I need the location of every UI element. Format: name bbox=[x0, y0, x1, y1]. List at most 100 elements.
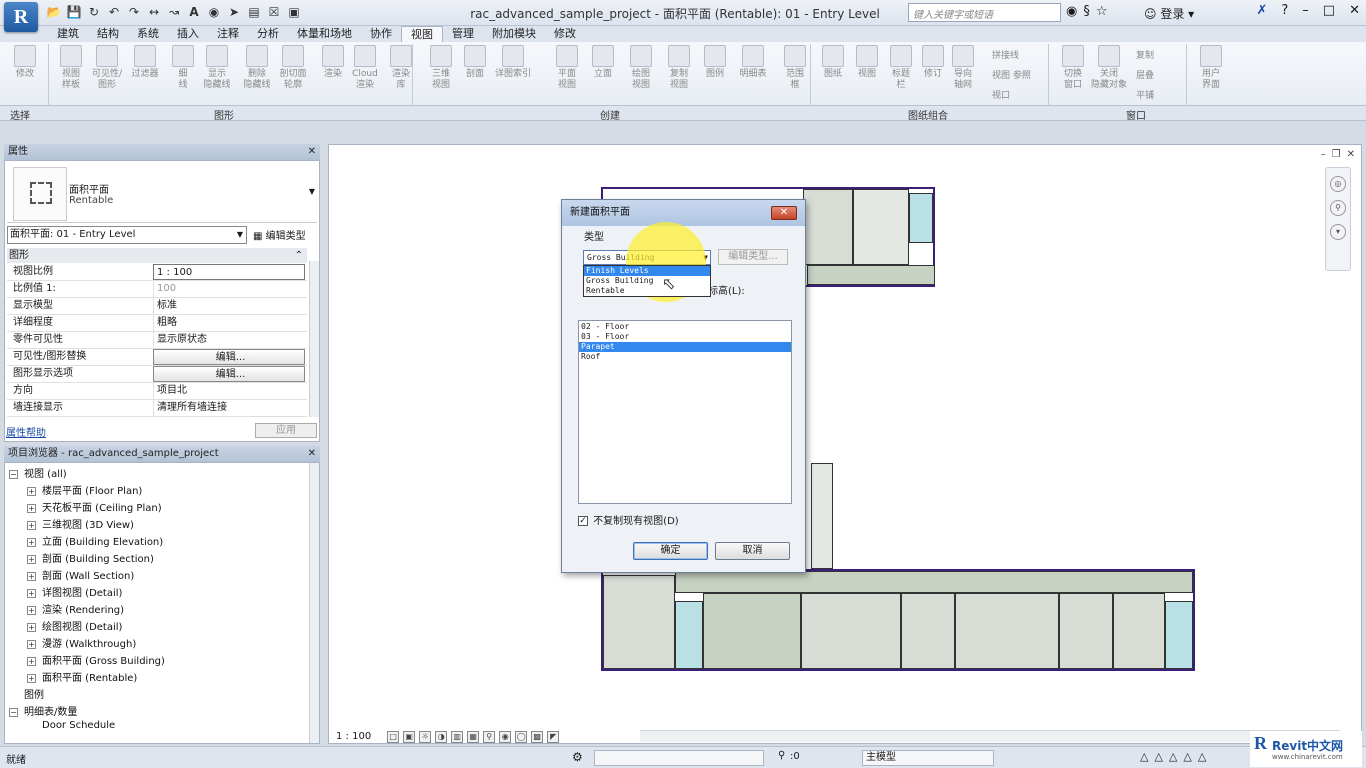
application-menu-button[interactable]: R bbox=[4, 2, 38, 32]
dropdown-option[interactable]: Gross Building bbox=[584, 276, 710, 286]
ribbon-button[interactable]: 可见性/图形 bbox=[88, 44, 126, 91]
ok-button[interactable]: 确定 bbox=[633, 542, 708, 560]
save-icon[interactable]: 💾 bbox=[66, 4, 82, 20]
3d-view-icon[interactable]: ◉ bbox=[206, 4, 222, 20]
expand-icon[interactable]: + bbox=[27, 656, 36, 666]
ribbon-tab[interactable]: 结构 bbox=[88, 26, 128, 42]
ribbon-tab[interactable]: 插入 bbox=[168, 26, 208, 42]
temporary-view-icon[interactable]: ▩ bbox=[531, 730, 544, 743]
close-icon[interactable]: ✕ bbox=[308, 144, 316, 160]
filter-icon[interactable]: ⚲ bbox=[778, 750, 785, 761]
thin-lines-icon[interactable]: ▤ bbox=[246, 4, 262, 20]
crop-view-icon[interactable]: ▥ bbox=[451, 730, 464, 743]
browser-tree-item[interactable]: − 视图 (all) bbox=[9, 465, 67, 480]
close-icon[interactable]: ✕ bbox=[308, 446, 316, 462]
ribbon-button[interactable]: 细线 bbox=[164, 44, 202, 91]
ribbon-button[interactable]: 剖切面 轮廓 bbox=[274, 44, 312, 91]
expand-icon[interactable]: + bbox=[27, 588, 36, 598]
workset-icon[interactable]: ⚙ bbox=[572, 750, 583, 764]
ribbon-button[interactable]: 三维 视图 bbox=[422, 44, 460, 91]
ribbon-button[interactable]: 绘图 视图 bbox=[622, 44, 660, 91]
browser-tree-item[interactable]: + 剖面 (Wall Section) bbox=[27, 567, 134, 582]
expand-icon[interactable]: + bbox=[27, 571, 36, 581]
ribbon-button[interactable]: 视图 样板 bbox=[52, 44, 90, 91]
properties-help-link[interactable]: 属性帮助 bbox=[6, 424, 46, 439]
expand-icon[interactable]: + bbox=[27, 622, 36, 632]
property-group-header[interactable]: 图形 ⌃ bbox=[7, 248, 307, 263]
browser-tree-item[interactable]: + 渲染 (Rendering) bbox=[27, 601, 124, 616]
steering-wheel-icon[interactable]: ◎ bbox=[1330, 176, 1346, 192]
dropdown-option[interactable]: Finish Levels bbox=[584, 266, 710, 276]
property-edit-button[interactable]: 编辑... bbox=[153, 366, 305, 382]
shadows-icon[interactable]: ◑ bbox=[435, 730, 448, 743]
design-option-selector[interactable]: 主模型 bbox=[862, 750, 994, 766]
close-hidden-icon[interactable]: ☒ bbox=[266, 4, 282, 20]
property-value[interactable]: 1 : 100 bbox=[153, 264, 305, 280]
checkbox-checked-icon[interactable]: ✓ bbox=[578, 516, 588, 526]
instance-selector[interactable]: 面积平面: 01 - Entry Level ▼ bbox=[7, 226, 247, 244]
properties-scrollbar[interactable] bbox=[309, 261, 319, 417]
browser-tree-item[interactable]: + 立面 (Building Elevation) bbox=[27, 533, 163, 548]
login-button[interactable]: ☺ 登录 ▾ bbox=[1144, 5, 1194, 22]
ribbon-button[interactable]: 导向 轴网 bbox=[944, 44, 982, 91]
collapse-icon[interactable]: ⌃ bbox=[295, 248, 303, 263]
apply-button[interactable]: 应用 bbox=[255, 423, 317, 438]
temp-hide-icon[interactable]: ◉ bbox=[499, 730, 512, 743]
open-icon[interactable]: 📂 bbox=[46, 4, 62, 20]
text-icon[interactable]: A bbox=[186, 4, 202, 20]
ribbon-button[interactable]: 视图 bbox=[848, 44, 886, 80]
section-icon[interactable]: ➤ bbox=[226, 4, 242, 20]
binoculars-icon[interactable]: ◉ bbox=[1066, 4, 1077, 19]
expand-icon[interactable]: + bbox=[27, 554, 36, 564]
expand-icon[interactable]: + bbox=[27, 673, 36, 683]
ribbon-button[interactable]: 显示 隐藏线 bbox=[198, 44, 236, 91]
edit-type-button[interactable]: ▦ 编辑类型 bbox=[253, 227, 306, 242]
expand-icon[interactable]: + bbox=[27, 486, 36, 496]
level-list-item[interactable]: 03 - Floor bbox=[579, 332, 791, 342]
view-scale[interactable]: 1 : 100 bbox=[336, 731, 371, 742]
expand-icon[interactable]: + bbox=[27, 503, 36, 513]
close-icon[interactable]: ✕ bbox=[1349, 3, 1360, 18]
browser-tree-item[interactable]: Door Schedule bbox=[27, 720, 115, 731]
no-duplicate-views-checkbox[interactable]: ✓ 不复制现有视图(D) bbox=[578, 512, 679, 527]
ribbon-tab[interactable]: 系统 bbox=[128, 26, 168, 42]
ribbon-button[interactable]: 过滤器 bbox=[126, 44, 164, 80]
level-list-item[interactable]: Roof bbox=[579, 352, 791, 362]
browser-tree-item[interactable]: + 楼层平面 (Floor Plan) bbox=[27, 482, 142, 497]
minimize-icon[interactable]: – bbox=[1321, 149, 1326, 160]
ribbon-button[interactable]: 关闭 隐藏对象 bbox=[1090, 44, 1128, 91]
maximize-icon[interactable]: □ bbox=[1323, 3, 1335, 18]
subscription-icon[interactable]: § bbox=[1083, 4, 1090, 19]
sync-icon[interactable]: ↻ bbox=[86, 4, 102, 20]
ribbon-small-button[interactable]: 视口 bbox=[992, 88, 1010, 101]
selection-toggle-icons[interactable]: △△△△△ bbox=[1140, 750, 1212, 763]
measure-icon[interactable]: ↔ bbox=[146, 4, 162, 20]
browser-scrollbar[interactable] bbox=[309, 463, 319, 743]
favorites-star-icon[interactable]: ☆ bbox=[1096, 4, 1108, 19]
exchange-icon[interactable]: ✗ bbox=[1256, 3, 1267, 18]
help-icon[interactable]: ? bbox=[1281, 3, 1288, 18]
ribbon-button[interactable]: 平面 视图 bbox=[548, 44, 586, 91]
close-icon[interactable]: ✕ bbox=[1347, 149, 1355, 160]
level-list-item[interactable]: Parapet bbox=[579, 342, 791, 352]
ribbon-button[interactable]: 范围框 bbox=[776, 44, 814, 91]
browser-tree-item[interactable]: + 漫游 (Walkthrough) bbox=[27, 635, 136, 650]
ribbon-tab[interactable]: 建筑 bbox=[48, 26, 88, 42]
restore-icon[interactable]: ❐ bbox=[1332, 149, 1341, 160]
show-crop-icon[interactable]: ▦ bbox=[467, 730, 480, 743]
chevron-down-icon[interactable]: ▼ bbox=[309, 187, 315, 196]
ribbon-tab[interactable]: 协作 bbox=[361, 26, 401, 42]
switch-windows-icon[interactable]: ▣ bbox=[286, 4, 302, 20]
ribbon-button[interactable]: 详图索引 bbox=[494, 44, 532, 80]
ribbon-button[interactable]: 图例 bbox=[696, 44, 734, 80]
minimize-icon[interactable]: – bbox=[1302, 3, 1309, 18]
workset-selector[interactable] bbox=[594, 750, 764, 766]
expand-icon[interactable]: + bbox=[27, 520, 36, 530]
expand-icon[interactable]: + bbox=[27, 537, 36, 547]
ribbon-small-button[interactable]: 视图 参照 bbox=[992, 68, 1031, 81]
ribbon-small-button[interactable]: 层叠 bbox=[1136, 68, 1154, 81]
ribbon-button[interactable]: 复制 视图 bbox=[660, 44, 698, 91]
detail-level-icon[interactable]: □ bbox=[387, 730, 400, 743]
dimension-icon[interactable]: ↝ bbox=[166, 4, 182, 20]
ribbon-tab[interactable]: 注释 bbox=[208, 26, 248, 42]
